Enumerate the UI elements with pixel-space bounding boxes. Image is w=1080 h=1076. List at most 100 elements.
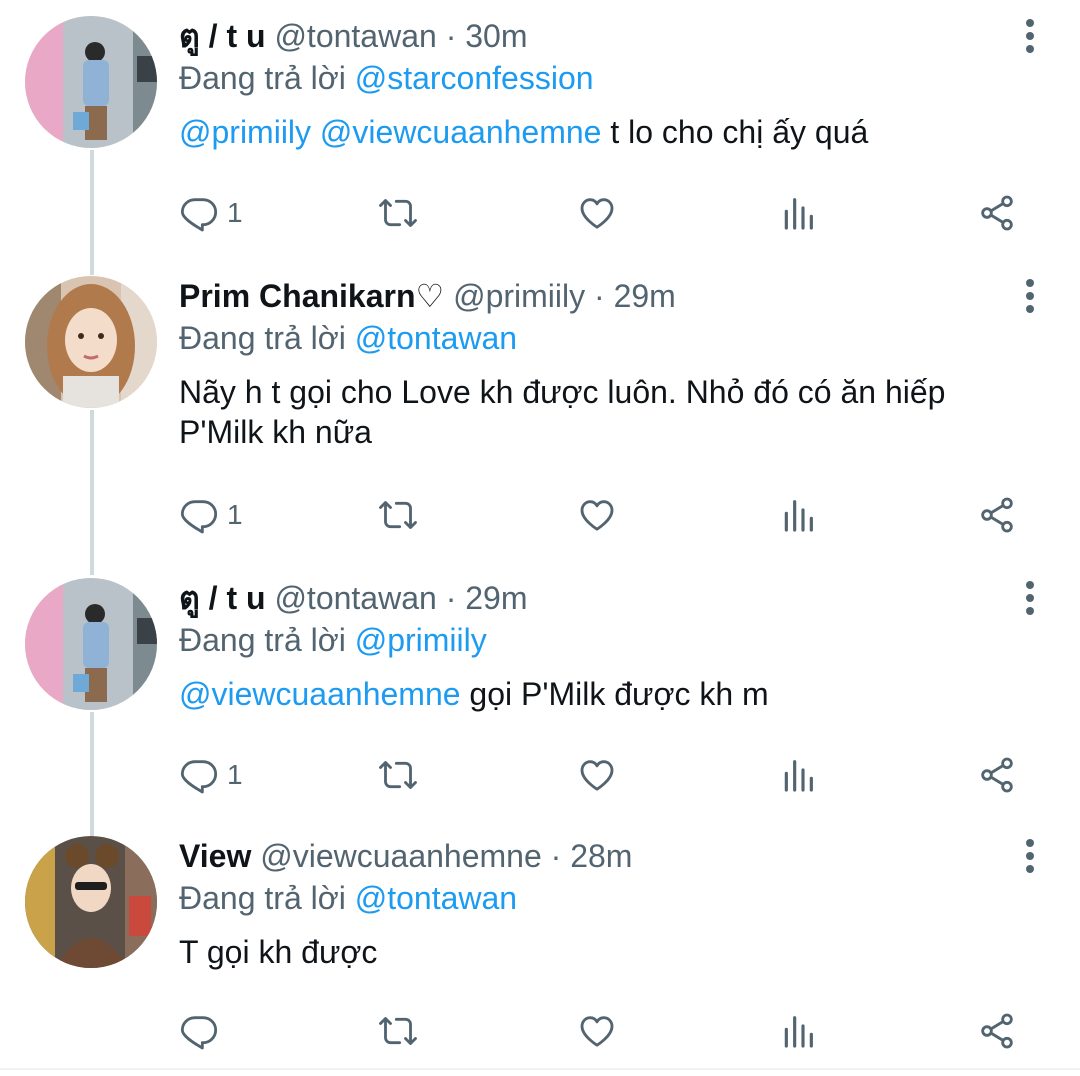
thread-line (90, 712, 94, 836)
like-button[interactable] (577, 750, 617, 800)
share-button[interactable] (977, 1006, 1017, 1056)
analytics-icon (784, 760, 813, 792)
reply-prefix: Đang trả lời (179, 880, 346, 916)
tweet-header: ตู / t u @tontawan · 30m (179, 16, 1020, 56)
share-icon (981, 1013, 1013, 1049)
divider (0, 1068, 1080, 1070)
tweet-header: Prim Chanikarn♡ @primiily · 29m (179, 276, 1020, 316)
reply-button[interactable]: 1 (179, 188, 243, 238)
mention-links[interactable]: @primiily @viewcuaanhemne (179, 114, 601, 150)
separator-dot: · (445, 18, 457, 54)
tweet-header: ตู / t u @tontawan · 29m (179, 578, 1020, 618)
user-handle[interactable]: @viewcuaanhemne (260, 838, 542, 874)
avatar-photo-icon (25, 836, 157, 968)
tweet-actions (179, 1006, 1039, 1056)
reply-count: 1 (227, 197, 243, 228)
avatar-photo-icon (25, 276, 157, 408)
reply-button[interactable]: 1 (179, 490, 243, 540)
like-button[interactable] (577, 188, 617, 238)
display-name[interactable]: Prim Chanikarn♡ (179, 278, 444, 314)
timestamp[interactable]: 29m (465, 580, 527, 616)
reply-icon (180, 1016, 218, 1050)
reply-icon (180, 198, 218, 232)
analytics-button[interactable] (778, 188, 818, 238)
retweet-icon (379, 199, 417, 227)
avatar-photo-icon (25, 16, 157, 148)
reply-count: 1 (227, 499, 243, 530)
reply-to-link[interactable]: @primiily (355, 622, 487, 658)
display-name[interactable]: ตู / t u (179, 18, 266, 54)
timestamp[interactable]: 28m (570, 838, 632, 874)
avatar[interactable] (25, 836, 157, 968)
timestamp[interactable]: 30m (465, 18, 527, 54)
thread-line (90, 150, 94, 275)
share-button[interactable] (977, 188, 1017, 238)
reply-button[interactable]: 1 (179, 750, 243, 800)
analytics-icon (784, 198, 813, 230)
like-button[interactable] (577, 490, 617, 540)
reply-prefix: Đang trả lời (179, 622, 346, 658)
separator-dot: · (445, 580, 457, 616)
reply-to-link[interactable]: @tontawan (355, 880, 517, 916)
reply-context: Đang trả lời @tontawan (179, 878, 1020, 918)
heart-icon (580, 500, 614, 531)
tweet-text: @viewcuaanhemne gọi P'Milk được kh m (179, 674, 1020, 714)
reply-context: Đang trả lời @tontawan (179, 318, 1020, 358)
more-options-icon[interactable] (1018, 832, 1042, 880)
share-icon (981, 497, 1013, 533)
analytics-icon (784, 500, 813, 532)
reply-icon (180, 760, 218, 794)
retweet-icon (379, 1017, 417, 1045)
reply-to-link[interactable]: @tontawan (355, 320, 517, 356)
display-name[interactable]: View (179, 838, 251, 874)
reply-prefix: Đang trả lời (179, 320, 346, 356)
tweet-actions: 1 (179, 188, 1039, 238)
retweet-icon (379, 501, 417, 529)
display-name[interactable]: ตู / t u (179, 580, 266, 616)
share-icon (981, 195, 1013, 231)
analytics-icon (784, 1016, 813, 1048)
heart-icon (580, 760, 614, 791)
user-handle[interactable]: @primiily (453, 278, 585, 314)
tweet-text: T gọi kh được (179, 934, 378, 970)
separator-dot: · (550, 838, 562, 874)
reply-context: Đang trả lời @starconfession (179, 58, 1020, 98)
avatar[interactable] (25, 16, 157, 148)
reply-to-link[interactable]: @starconfession (355, 60, 594, 96)
timestamp[interactable]: 29m (614, 278, 676, 314)
more-options-icon[interactable] (1018, 272, 1042, 320)
avatar[interactable] (25, 578, 157, 710)
share-icon (981, 757, 1013, 793)
analytics-button[interactable] (778, 1006, 818, 1056)
tweet-text: Nãy h t gọi cho Love kh được luôn. Nhỏ đ… (179, 374, 946, 450)
thread-line (90, 410, 94, 575)
avatar[interactable] (25, 276, 157, 408)
share-button[interactable] (977, 490, 1017, 540)
reply-prefix: Đang trả lời (179, 60, 346, 96)
retweet-button[interactable] (378, 490, 418, 540)
more-options-icon[interactable] (1018, 574, 1042, 622)
mention-links[interactable]: @viewcuaanhemne (179, 676, 461, 712)
tweet-actions: 1 (179, 490, 1039, 540)
retweet-button[interactable] (378, 750, 418, 800)
user-handle[interactable]: @tontawan (274, 580, 436, 616)
like-button[interactable] (577, 1006, 617, 1056)
reply-icon (180, 500, 218, 534)
reply-count: 1 (227, 759, 243, 790)
retweet-button[interactable] (378, 188, 418, 238)
share-button[interactable] (977, 750, 1017, 800)
retweet-icon (379, 761, 417, 789)
more-options-icon[interactable] (1018, 12, 1042, 60)
analytics-button[interactable] (778, 750, 818, 800)
tweet-body: gọi P'Milk được kh m (460, 676, 769, 712)
tweet-text: @primiily @viewcuaanhemne t lo cho chị ấ… (179, 112, 1020, 152)
user-handle[interactable]: @tontawan (274, 18, 436, 54)
heart-icon (580, 198, 614, 229)
tweet-body: t lo cho chị ấy quá (601, 114, 869, 150)
separator-dot: · (594, 278, 605, 314)
avatar-photo-icon (25, 578, 157, 710)
retweet-button[interactable] (378, 1006, 418, 1056)
tweet-actions: 1 (179, 750, 1039, 800)
reply-button[interactable] (179, 1006, 227, 1056)
analytics-button[interactable] (778, 490, 818, 540)
